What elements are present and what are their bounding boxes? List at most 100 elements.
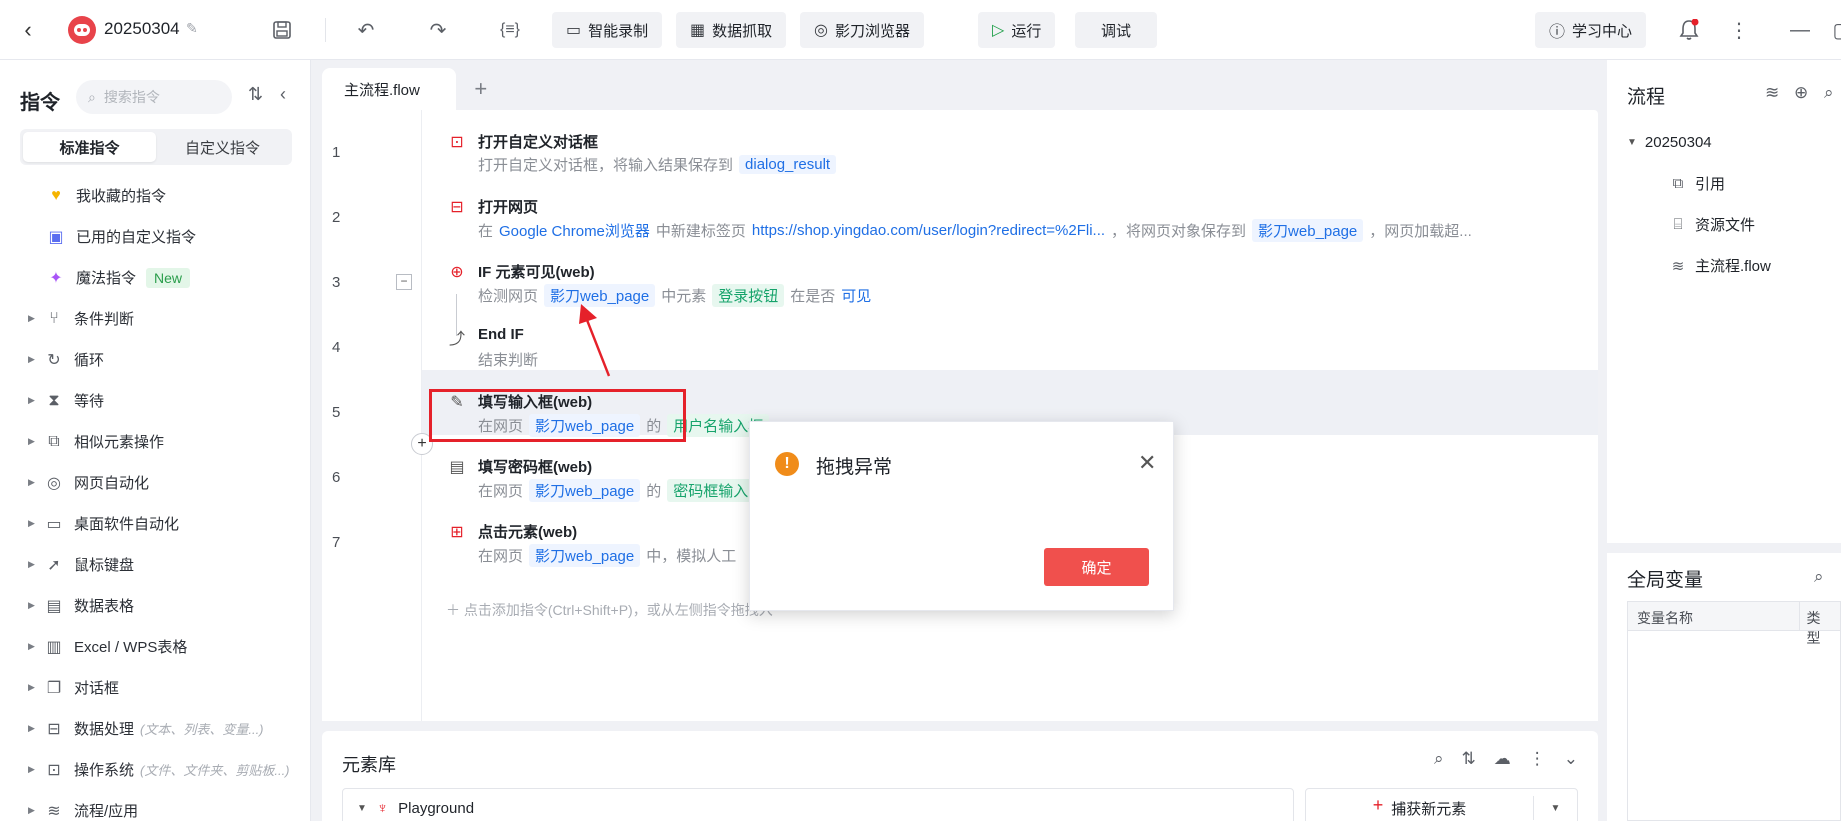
row-description: 检测网页 影刀web_page 中元素 登录按钮 在是否 可见: [478, 284, 871, 307]
tree-node-reference[interactable]: ⧉ 引用: [1607, 163, 1841, 204]
tab-standard[interactable]: 标准指令: [23, 132, 156, 162]
collapse-block-icon[interactable]: −: [396, 274, 412, 290]
sidebar-item-note: (文本、列表、变量...): [140, 722, 264, 737]
search-icon[interactable]: ⌕: [1824, 83, 1834, 103]
capture-element-button[interactable]: + 捕获新元素: [1306, 796, 1533, 819]
expand-arrow-icon: ▶: [28, 477, 35, 487]
sidebar-item-label: 我收藏的指令: [76, 188, 167, 205]
document-icon: ▤: [46, 597, 62, 615]
capture-dropdown-icon[interactable]: ▼: [1533, 796, 1577, 820]
sidebar-item-dialog[interactable]: ▶ ❐ 对话框: [0, 667, 311, 708]
instruction-search[interactable]: ⌕: [76, 80, 232, 114]
calendar-icon: ▣: [48, 228, 64, 246]
project-name[interactable]: 20250304: [104, 19, 180, 39]
sort-icon[interactable]: ⇅: [1462, 749, 1476, 769]
line-number: 2: [332, 209, 341, 226]
search-icon[interactable]: ⌕: [1434, 749, 1444, 769]
data-capture-button[interactable]: ▦ 数据抓取: [676, 12, 787, 48]
variable-tag[interactable]: 影刀web_page: [1252, 219, 1364, 242]
briefcase-icon: ⊡: [47, 761, 61, 779]
instruction-search-input[interactable]: [103, 89, 214, 105]
search-icon[interactable]: ⌕: [1814, 567, 1824, 587]
add-instruction-hint[interactable]: ＋ 点击添加指令(Ctrl+Shift+P)，或从左侧指令拖拽入: [446, 600, 773, 620]
sidebar-item-label: 网页自动化: [74, 475, 150, 492]
sidebar-item-web-automation[interactable]: ▶ ◎ 网页自动化: [0, 462, 311, 503]
desc-text: 打开自定义对话框，将输入结果保存到: [478, 157, 734, 174]
run-button[interactable]: ▷ 运行: [978, 12, 1056, 48]
tree-node-main-flow[interactable]: ≋ 主流程.flow: [1607, 245, 1841, 286]
maximize-icon[interactable]: ▢: [1826, 14, 1841, 46]
variable-braces-icon[interactable]: {≡}: [494, 14, 526, 46]
flow-row[interactable]: 4 ⤴ End IF 结束判断: [322, 305, 1598, 370]
tree-node-label: 引用: [1695, 176, 1726, 193]
add-subflow-icon[interactable]: ≋: [1765, 83, 1779, 103]
more-vertical-icon[interactable]: ⋮: [1529, 749, 1546, 769]
sidebar-item-excel[interactable]: ▶ ▥ Excel / WPS表格: [0, 626, 311, 667]
desc-text: 结束判断: [478, 352, 539, 369]
element-tree[interactable]: ▼ ♆ Playground: [342, 788, 1294, 821]
row-description: 结束判断: [478, 349, 538, 370]
confirm-button[interactable]: 确定: [1044, 548, 1149, 586]
element-tag[interactable]: 密码框输入: [667, 479, 755, 502]
sidebar-item-data-processing[interactable]: ▶ ⊟ 数据处理 (文本、列表、变量...): [0, 708, 311, 749]
redo-icon[interactable]: ↷: [422, 14, 454, 46]
expand-arrow-icon: ▶: [28, 559, 35, 569]
expand-arrow-icon: ▶: [28, 805, 35, 815]
flow-row[interactable]: 2 ⊟ 打开网页 在 Google Chrome浏览器 中新建标签页 https…: [322, 175, 1598, 242]
line-number: 3: [332, 274, 341, 291]
sidebar-item-condition[interactable]: ▶ ⑂ 条件判断: [0, 298, 311, 339]
sidebar-item-favorites[interactable]: ♥ 我收藏的指令: [0, 175, 311, 216]
sidebar-item-desktop-automation[interactable]: ▶ ▭ 桌面软件自动化: [0, 503, 311, 544]
expand-arrow-icon[interactable]: ▼: [357, 803, 367, 814]
learning-center-label: 学习中心: [1572, 22, 1633, 40]
tree-root[interactable]: ▼ 20250304: [1607, 122, 1841, 163]
smart-record-button[interactable]: ▭ 智能录制: [552, 12, 663, 48]
desc-text: 在是否: [790, 288, 836, 305]
edit-name-icon[interactable]: ✎: [186, 20, 198, 37]
flow-row[interactable]: 3 ⊕ IF 元素可见(web) 检测网页 影刀web_page 中元素 登录按…: [322, 240, 1598, 307]
sort-icon[interactable]: ⇅: [248, 84, 263, 105]
row-description: 打开自定义对话框，将输入结果保存到 dialog_result: [478, 154, 837, 175]
minimize-icon[interactable]: —: [1784, 14, 1816, 46]
sidebar-item-wait[interactable]: ▶ ⧗ 等待: [0, 380, 311, 421]
save-icon[interactable]: [266, 14, 298, 46]
collapse-sidebar-icon[interactable]: ‹: [280, 84, 286, 105]
desc-text: ，将网页对象保存到: [1111, 223, 1247, 240]
flow-row[interactable]: 1 ⊡ 打开自定义对话框 打开自定义对话框，将输入结果保存到 dialog_re…: [322, 110, 1598, 175]
url-link[interactable]: https://shop.yingdao.com/user/login?redi…: [752, 222, 1105, 239]
condition-link[interactable]: 可见: [841, 285, 871, 306]
back-icon[interactable]: ‹: [14, 16, 42, 44]
variable-tag[interactable]: 影刀web_page: [529, 544, 641, 567]
sidebar-item-used-custom[interactable]: ▣ 已用的自定义指令: [0, 216, 311, 257]
desc-text: ，网页加载超...: [1369, 223, 1472, 240]
tree-node-resources[interactable]: ⌸ 资源文件: [1607, 204, 1841, 245]
sidebar-item-flow-app[interactable]: ▶ ≋ 流程/应用: [0, 790, 311, 821]
flow-panel-title: 流程: [1627, 87, 1666, 108]
bell-icon[interactable]: [1673, 14, 1705, 46]
element-tag[interactable]: 登录按钮: [712, 284, 785, 307]
variable-tag[interactable]: dialog_result: [739, 155, 837, 174]
chevron-down-icon[interactable]: ⌄: [1564, 749, 1578, 769]
undo-icon[interactable]: ↶: [350, 14, 382, 46]
sidebar-item-similar-elements[interactable]: ▶ ⧉ 相似元素操作: [0, 421, 311, 462]
debug-button[interactable]: 调试: [1075, 12, 1158, 48]
panel-divider[interactable]: [1607, 543, 1841, 553]
sidebar-item-label: 桌面软件自动化: [74, 516, 180, 533]
add-tab-icon[interactable]: +: [466, 68, 496, 110]
more-vertical-icon[interactable]: ⋮: [1723, 14, 1755, 46]
sidebar-item-data-table[interactable]: ▶ ▤ 数据表格: [0, 585, 311, 626]
add-resource-icon[interactable]: ⊕: [1794, 83, 1808, 103]
browser-button[interactable]: ◎ 影刀浏览器: [800, 12, 924, 48]
browser-link[interactable]: Google Chrome浏览器: [499, 220, 650, 241]
global-variables-table: 变量名称 类型: [1627, 601, 1841, 821]
sidebar-item-loop[interactable]: ▶ ↻ 循环: [0, 339, 311, 380]
variable-tag[interactable]: 影刀web_page: [529, 479, 641, 502]
sidebar-item-os[interactable]: ▶ ⊡ 操作系统 (文件、文件夹、剪贴板...): [0, 749, 311, 790]
learning-center-button[interactable]: ⓘ 学习中心: [1535, 12, 1647, 48]
sidebar-item-mouse-keyboard[interactable]: ▶ ➚ 鼠标键盘: [0, 544, 311, 585]
upload-cloud-icon[interactable]: ☁: [1494, 749, 1511, 769]
close-icon[interactable]: ✕: [1138, 450, 1156, 476]
tab-custom[interactable]: 自定义指令: [156, 132, 289, 162]
tab-main-flow[interactable]: 主流程.flow: [322, 68, 456, 110]
sidebar-item-magic[interactable]: ✦ 魔法指令 New: [0, 257, 311, 298]
